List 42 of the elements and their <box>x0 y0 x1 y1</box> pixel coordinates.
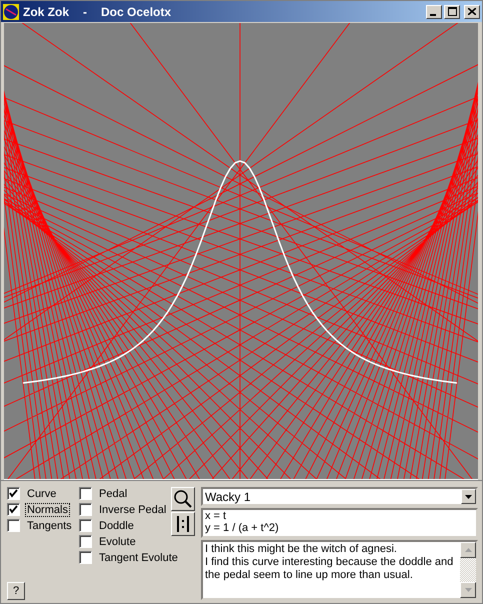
equation-field[interactable]: x = t y = 1 / (a + t^2) <box>201 508 478 538</box>
checkbox[interactable] <box>79 551 92 564</box>
help-button[interactable]: ? <box>7 582 25 600</box>
checkbox[interactable] <box>79 487 92 500</box>
checkbox-label: Pedal <box>98 486 128 500</box>
checkbox[interactable] <box>79 535 92 548</box>
curve-dropdown[interactable]: Wacky 1 <box>201 487 478 506</box>
notes-text: I find this curve interesting because the doddle and the pedal seem to line up more than usual. <box>205 556 454 582</box>
checkbox[interactable] <box>79 503 92 516</box>
title-separator: - <box>83 4 88 18</box>
equation-text: x = t <box>205 510 228 522</box>
app-icon <box>3 4 19 20</box>
scroll-up-button[interactable] <box>460 542 476 558</box>
checkbox-label: Normals <box>25 502 70 516</box>
window-title: Zok Zok <box>23 4 70 18</box>
zoom-button[interactable] <box>171 487 195 511</box>
down-arrow-icon <box>464 588 472 592</box>
checkbox-label: Curve <box>26 486 58 500</box>
checkbox[interactable] <box>79 519 92 532</box>
checkbox-label: Evolute <box>98 534 137 548</box>
search-icon <box>173 489 193 509</box>
notes-field[interactable]: I think this might be the witch of agnesi. I find this curve interesting because the doddle and the pedal seem to line up more than usual. <box>201 540 478 600</box>
checkbox[interactable] <box>7 503 20 516</box>
checkbox-label: Doddle <box>98 518 135 532</box>
document-title: Doc Ocelotx <box>101 4 172 18</box>
minimize-button[interactable] <box>426 4 442 18</box>
checkbox-label: Inverse Pedal <box>98 502 168 516</box>
close-button[interactable] <box>464 4 480 18</box>
maximize-icon <box>448 6 456 16</box>
equation-text: y = 1 / (a + t^2) <box>205 522 280 534</box>
scrollbar[interactable] <box>460 542 476 598</box>
checkbox[interactable] <box>7 487 20 500</box>
fit-button[interactable] <box>171 512 195 536</box>
checkbox[interactable] <box>7 519 20 532</box>
notes-text: I think this might be the witch of agnesi. <box>205 543 398 556</box>
close-icon <box>468 8 476 15</box>
split-bars-icon <box>176 515 190 533</box>
checkbox-label: Tangents <box>26 518 73 532</box>
up-arrow-icon <box>464 548 472 552</box>
scroll-down-button[interactable] <box>460 582 476 598</box>
maximize-button[interactable] <box>444 4 460 18</box>
checkbox-label: Tangent Evolute <box>98 550 179 564</box>
